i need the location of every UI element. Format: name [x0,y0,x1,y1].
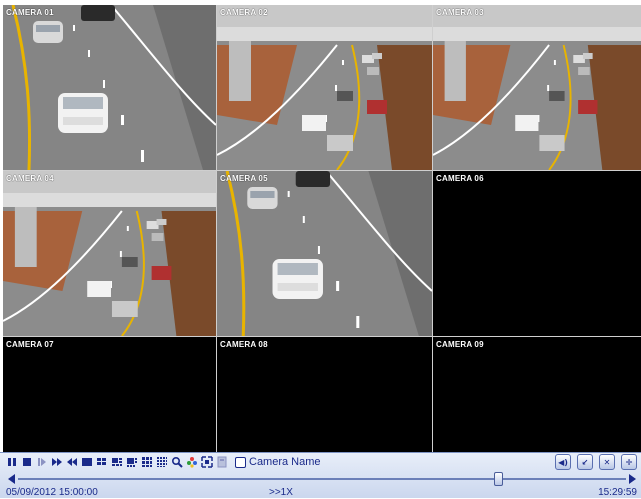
playback-control-panel: Camera Name ◀) ↙ ✕ ✛ 05/09/2012 15:00:00… [0,452,641,498]
camera-label: CAMERA 01 [6,8,54,17]
playback-speed: >>1X [269,487,293,498]
layout-4-icon[interactable] [96,456,108,468]
layout-9-icon[interactable] [141,456,153,468]
camera-cell[interactable]: CAMERA 05 [217,171,432,336]
camera-label: CAMERA 05 [220,174,268,183]
timeline-right-arrow-icon[interactable] [629,474,636,484]
camera-cell[interactable]: CAMERA 06 [433,171,641,336]
camera-label: CAMERA 06 [436,174,484,183]
window-controls: ◀) ↙ ✕ ✛ [555,454,637,470]
camera-name-checkbox[interactable] [235,456,246,468]
camera-cell[interactable]: CAMERA 01 [3,5,216,170]
timeline-left-arrow-icon[interactable] [8,474,15,484]
camera-cell[interactable]: CAMERA 02 [217,5,432,170]
timeline-thumb[interactable] [494,472,504,486]
exit-icon[interactable]: ↙ [577,454,593,470]
fullscreen-icon[interactable]: ✛ [621,454,637,470]
layout-1-icon[interactable] [81,456,93,468]
camera-cell[interactable]: CAMERA 09 [433,337,641,452]
timeline-track[interactable] [18,478,626,480]
backup-icon[interactable] [216,456,228,468]
color-icon[interactable] [186,456,198,468]
playback-toolbar: Camera Name [6,454,321,470]
layout-16-icon[interactable] [156,456,168,468]
camera-cell[interactable]: CAMERA 03 [433,5,641,170]
camera-name-toggle[interactable]: Camera Name [235,456,321,468]
stop-icon[interactable] [21,456,33,468]
volume-icon[interactable]: ◀) [555,454,571,470]
start-time: 05/09/2012 15:00:00 [6,487,98,498]
camera-cell[interactable]: CAMERA 08 [217,337,432,452]
close-icon[interactable]: ✕ [599,454,615,470]
camera-label: CAMERA 08 [220,340,268,349]
layout-6-icon[interactable] [111,456,123,468]
playback-timeline-slider[interactable] [8,472,636,486]
layout-8-icon[interactable] [126,456,138,468]
rewind-icon[interactable] [66,456,78,468]
step-forward-icon[interactable] [36,456,48,468]
snapshot-icon[interactable] [201,456,213,468]
status-bar: 05/09/2012 15:00:00 >>1X 15:29:59 [6,487,637,499]
camera-label: CAMERA 02 [220,8,268,17]
camera-cell[interactable]: CAMERA 04 [3,171,216,336]
camera-label: CAMERA 09 [436,340,484,349]
camera-name-label: Camera Name [249,456,321,468]
current-time: 15:29:59 [598,487,637,498]
camera-label: CAMERA 07 [6,340,54,349]
camera-label: CAMERA 03 [436,8,484,17]
camera-cell[interactable]: CAMERA 07 [3,337,216,452]
camera-grid: CAMERA 01 CAMERA 02 CAMERA 03 CAMERA 04 CAME… [3,5,641,452]
zoom-icon[interactable] [171,456,183,468]
pause-icon[interactable] [6,456,18,468]
camera-label: CAMERA 04 [6,174,54,183]
fast-forward-icon[interactable] [51,456,63,468]
